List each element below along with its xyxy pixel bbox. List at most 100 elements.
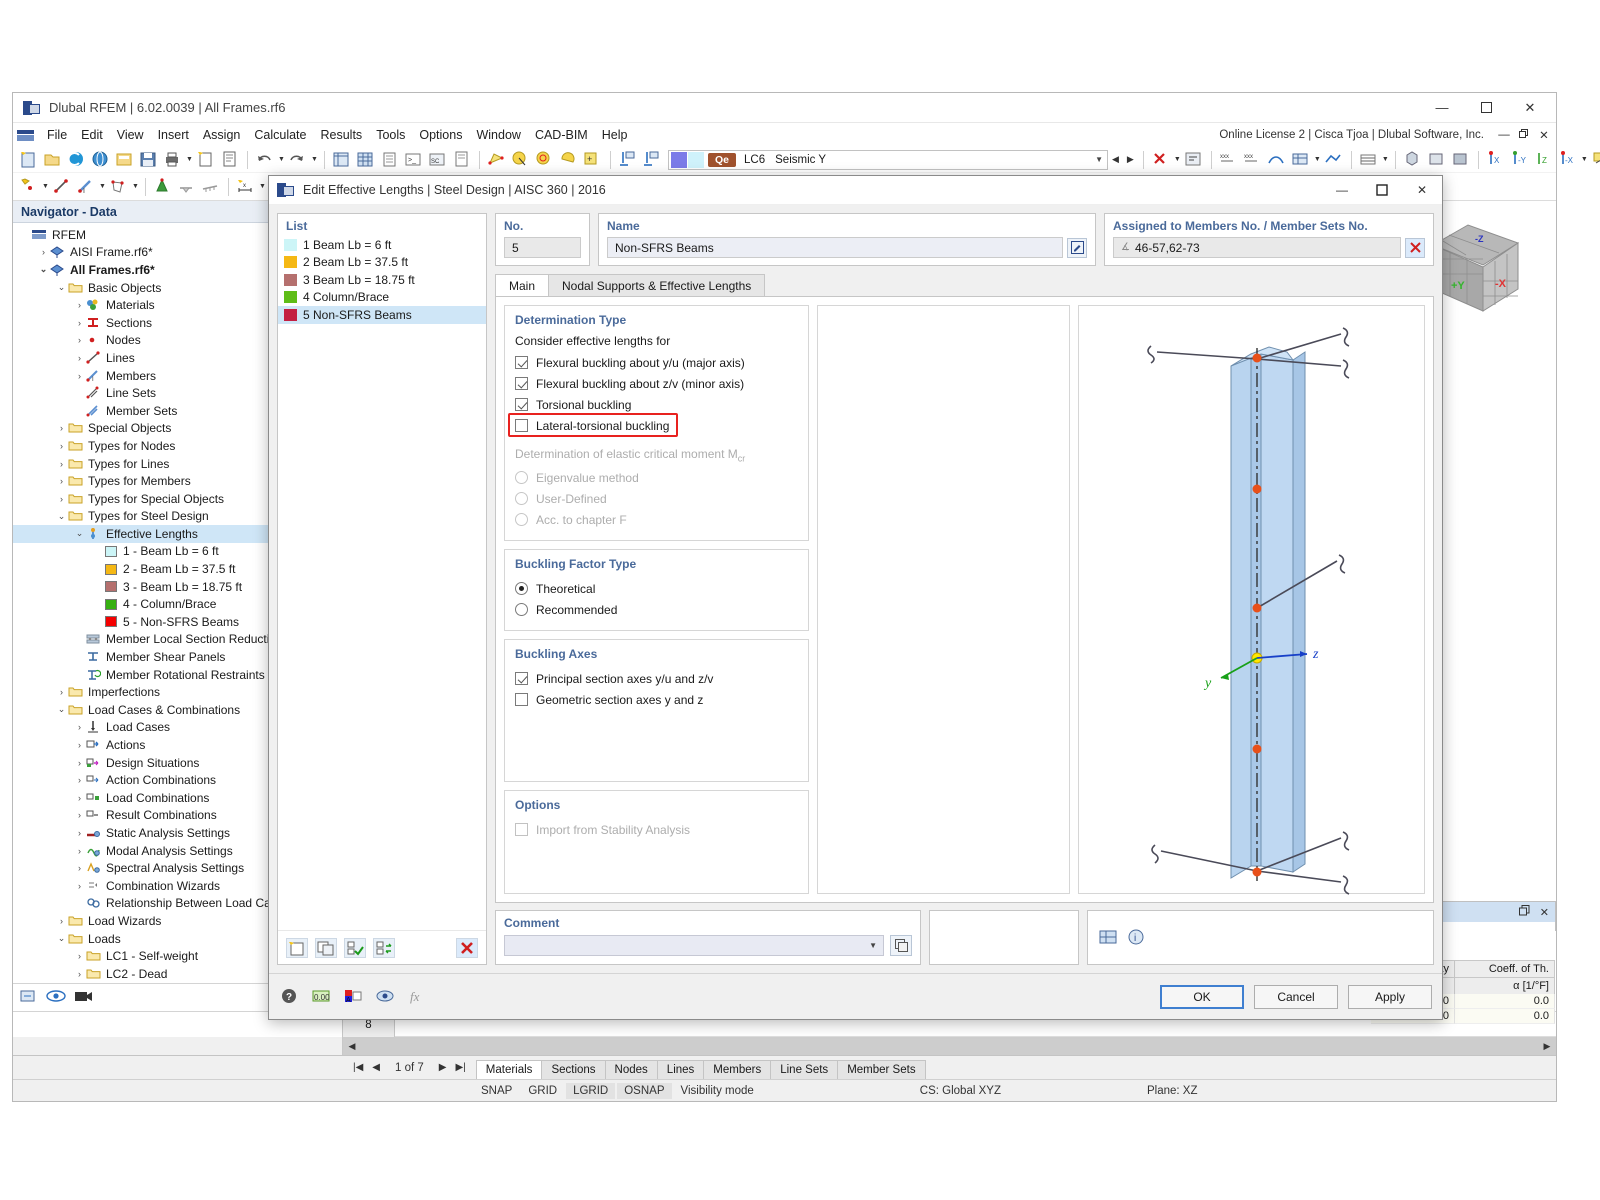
doc-minimize-button[interactable]: — — [1494, 129, 1514, 141]
scroll-left-button[interactable]: ◀ — [343, 1041, 361, 1052]
select-lasso-icon[interactable] — [510, 149, 532, 171]
node-caret-icon[interactable]: ▼ — [41, 176, 50, 198]
next-page-button[interactable]: ▶ — [439, 1062, 447, 1073]
select-free-icon[interactable] — [558, 149, 580, 171]
report-icon[interactable] — [219, 149, 241, 171]
prev-load-case-button[interactable]: ◀ — [1108, 154, 1123, 165]
units-icon[interactable]: 0.00 — [311, 987, 333, 1007]
checkbox-icon[interactable] — [515, 693, 528, 706]
chevron-right-icon[interactable]: › — [37, 247, 50, 257]
render-icon[interactable] — [1358, 149, 1380, 171]
open-icon[interactable] — [42, 149, 64, 171]
ok-button[interactable]: OK — [1160, 985, 1244, 1009]
render-caret-icon[interactable]: ▼ — [1381, 149, 1390, 171]
surface-support-icon[interactable] — [200, 176, 222, 198]
wire-view-icon[interactable] — [1426, 149, 1448, 171]
menu-tools[interactable]: Tools — [369, 126, 412, 144]
visibility-icon[interactable] — [375, 987, 397, 1007]
sheet-tab-member-sets[interactable]: Member Sets — [837, 1060, 925, 1079]
comment-copy-icon[interactable] — [890, 935, 912, 956]
table-view-icon[interactable] — [331, 149, 353, 171]
doc-restore-button[interactable] — [1514, 129, 1534, 142]
next-load-case-button[interactable]: ▶ — [1123, 154, 1138, 165]
view-settings-icon[interactable] — [1590, 149, 1600, 171]
horizontal-scrollbar[interactable]: ◀ ▶ — [13, 1037, 1556, 1055]
xyz-settings2-icon[interactable]: xxx — [1242, 149, 1264, 171]
new-line-icon[interactable] — [51, 176, 73, 198]
surface-caret-icon[interactable]: ▼ — [131, 176, 140, 198]
new-entry-icon[interactable] — [286, 938, 308, 958]
menu-insert[interactable]: Insert — [151, 126, 196, 144]
print-icon[interactable] — [162, 149, 184, 171]
preview-info-icon[interactable]: i — [1126, 928, 1148, 948]
check-principal-axes[interactable]: Principal section axes y/u and z/v — [515, 668, 798, 689]
chevron-right-icon[interactable]: › — [73, 722, 86, 732]
chevron-right-icon[interactable]: › — [73, 793, 86, 803]
copy-entry-icon[interactable] — [315, 938, 337, 958]
xyz-settings-icon[interactable]: xxx — [1218, 149, 1240, 171]
menu-assign[interactable]: Assign — [196, 126, 248, 144]
support-member-icon[interactable] — [641, 149, 663, 171]
check-torsional-buckling[interactable]: Torsional buckling — [515, 394, 798, 415]
check-flexural-y[interactable]: Flexural buckling about y/u (major axis) — [515, 352, 798, 373]
checkbox-icon[interactable] — [515, 419, 528, 432]
script-icon[interactable]: SC — [427, 149, 449, 171]
assigned-value[interactable]: 46-57,62-73 — [1135, 241, 1200, 255]
grid-results-icon[interactable] — [1290, 149, 1312, 171]
new-node-icon[interactable] — [18, 176, 40, 198]
chevron-right-icon[interactable]: › — [73, 951, 86, 961]
export-navigator-icon[interactable] — [19, 987, 39, 1008]
sheet-tab-materials[interactable]: Materials — [476, 1060, 543, 1079]
menu-options[interactable]: Options — [412, 126, 469, 144]
grid-results-caret-icon[interactable]: ▼ — [1313, 149, 1322, 171]
load-case-selector[interactable]: Qe LC6 Seismic Y ▼ — [668, 150, 1108, 170]
chevron-right-icon[interactable]: › — [55, 476, 68, 486]
name-input[interactable]: Non-SFRS Beams — [607, 237, 1063, 258]
sheet-tab-lines[interactable]: Lines — [657, 1060, 705, 1079]
radio-icon[interactable] — [515, 603, 528, 616]
sheet-tab-sections[interactable]: Sections — [541, 1060, 605, 1079]
scroll-right-button[interactable]: ▶ — [1538, 1041, 1556, 1052]
view-negx-icon[interactable]: -X — [1557, 149, 1579, 171]
menu-edit[interactable]: Edit — [74, 126, 110, 144]
last-page-button[interactable]: ▶| — [455, 1062, 465, 1073]
list-item[interactable]: 5 Non-SFRS Beams — [278, 306, 486, 324]
chevron-right-icon[interactable]: › — [73, 740, 86, 750]
sheet-tabs[interactable]: MaterialsSectionsNodesLinesMembersLine S… — [476, 1056, 925, 1079]
new-surface-icon[interactable] — [108, 176, 130, 198]
apply-button[interactable]: Apply — [1348, 985, 1432, 1009]
chevron-right-icon[interactable]: › — [73, 810, 86, 820]
maximize-button[interactable] — [1464, 94, 1508, 122]
check-geometric-axes[interactable]: Geometric section axes y and z — [515, 689, 798, 710]
solid-view-icon[interactable] — [1450, 149, 1472, 171]
list-item[interactable]: 1 Beam Lb = 6 ft — [278, 236, 486, 254]
new-member-icon[interactable]: I — [75, 176, 97, 198]
chevron-right-icon[interactable]: › — [73, 881, 86, 891]
status-lgrid[interactable]: LGRID — [566, 1083, 615, 1099]
chevron-right-icon[interactable]: › — [55, 916, 68, 926]
chevron-right-icon[interactable]: › — [73, 300, 86, 310]
select-add-icon[interactable]: + — [582, 149, 604, 171]
minimize-button[interactable]: — — [1420, 94, 1464, 122]
list-view-icon[interactable] — [379, 149, 401, 171]
edit-name-icon[interactable] — [1067, 238, 1087, 258]
chevron-right-icon[interactable]: › — [73, 371, 86, 381]
chevron-right-icon[interactable]: › — [73, 758, 86, 768]
globe-icon[interactable] — [90, 149, 112, 171]
member-caret-icon[interactable]: ▼ — [98, 176, 107, 198]
sheet-tab-line-sets[interactable]: Line Sets — [770, 1060, 838, 1079]
invert-selection-icon[interactable] — [373, 938, 395, 958]
box-view-icon[interactable] — [1402, 149, 1424, 171]
menu-window[interactable]: Window — [469, 126, 527, 144]
view-y-icon[interactable]: -Y — [1509, 149, 1531, 171]
status-snap[interactable]: SNAP — [473, 1085, 520, 1097]
select-all-icon[interactable] — [344, 938, 366, 958]
menu-view[interactable]: View — [110, 126, 151, 144]
chevron-down-icon[interactable]: ⌄ — [55, 282, 68, 293]
formula-icon[interactable]: fx — [407, 987, 429, 1007]
save-icon[interactable] — [138, 149, 160, 171]
sheet-tab-members[interactable]: Members — [703, 1060, 771, 1079]
member-3d-preview[interactable]: z y — [1078, 305, 1425, 894]
new-report-icon[interactable] — [195, 149, 217, 171]
check-flexural-z[interactable]: Flexural buckling about z/v (minor axis) — [515, 373, 798, 394]
